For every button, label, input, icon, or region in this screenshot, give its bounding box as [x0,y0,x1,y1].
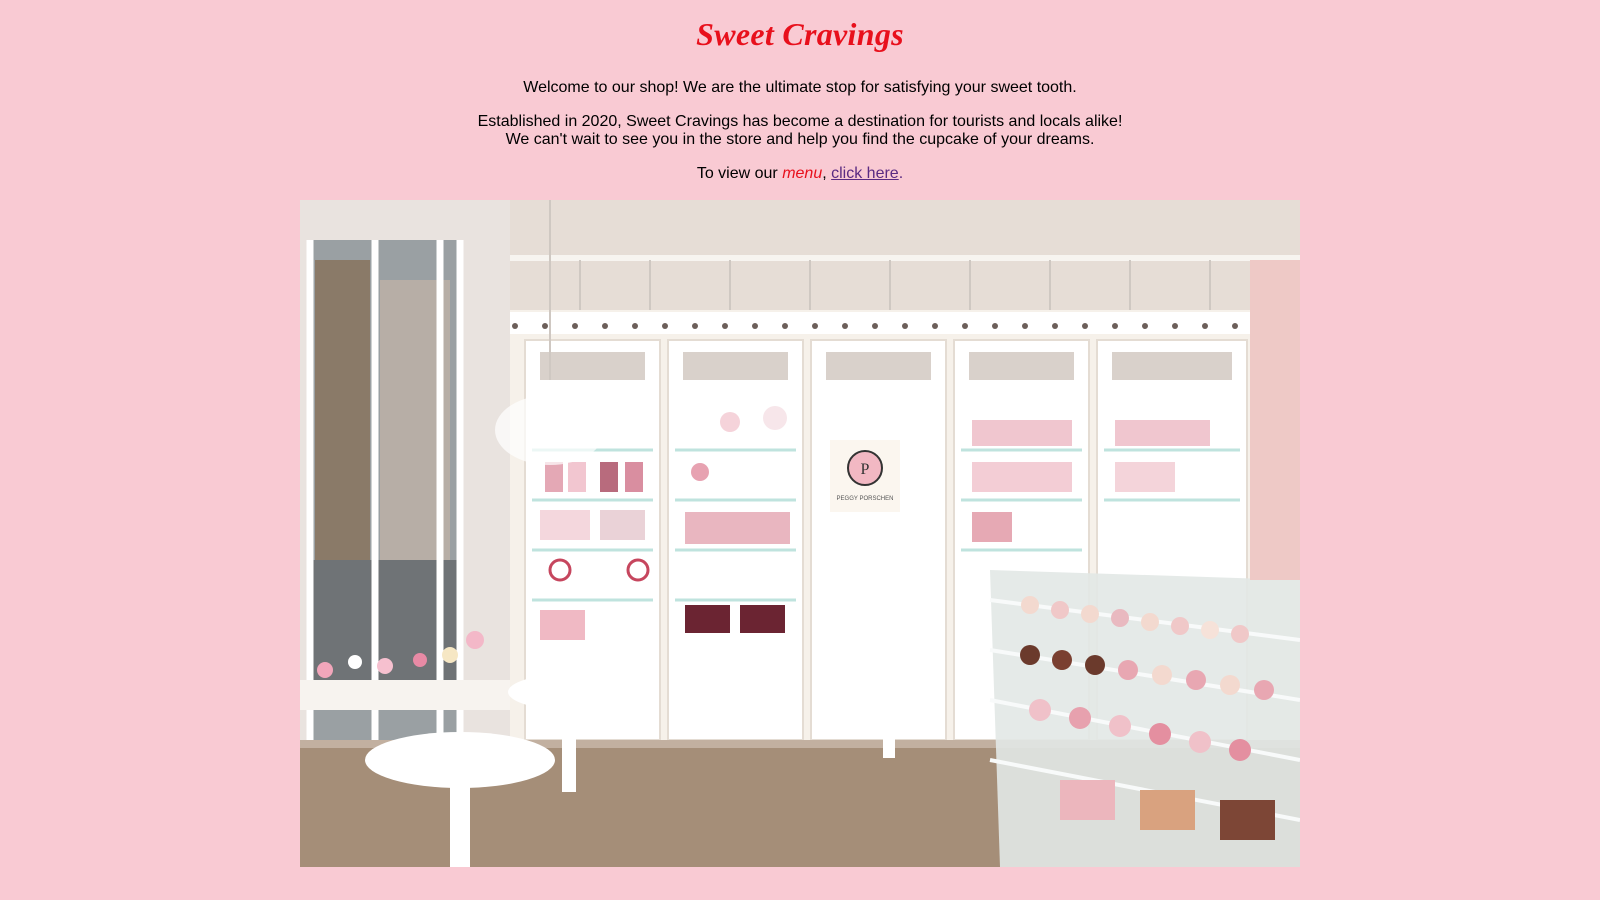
established-text: Established in 2020, Sweet Cravings has … [477,113,1123,130]
shop-sign: PEGGY PORSCHEN [837,496,894,502]
page-title: Sweet Cravings [696,16,904,52]
svg-text:P: P [861,461,870,478]
menu-comma: , [822,165,832,182]
menu-word: menu [782,165,823,182]
menu-period: . [898,165,904,182]
shop-interior-illustration: P PEGGY PORSCHEN [300,200,1300,867]
store-invite-text: We can't wait to see you in the store an… [505,131,1095,148]
menu-prefix-text: To view our [696,165,783,182]
menu-line: To view our menu, click here. [0,165,1600,183]
menu-link[interactable]: click here [831,165,899,182]
welcome-text: Welcome to our shop! We are the ultimate… [523,79,1077,96]
shop-interior-photo: P PEGGY PORSCHEN [300,200,1300,867]
